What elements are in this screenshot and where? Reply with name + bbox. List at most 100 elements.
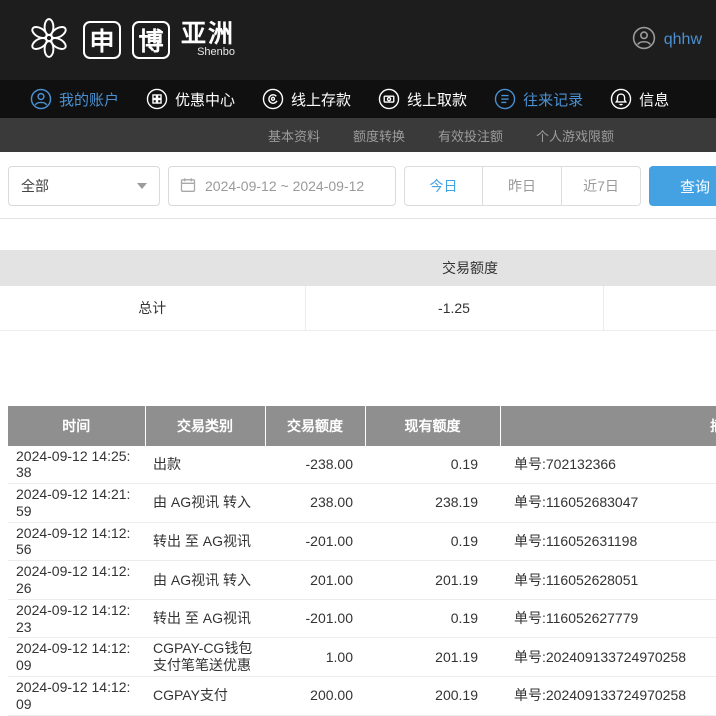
summary-section: 交易额度 总计 -1.25 [0, 250, 716, 331]
col-type: 交易类别 [145, 406, 265, 446]
summary-total-value: -1.25 [305, 286, 603, 330]
flower-logo-icon [26, 15, 72, 66]
brand-subtitle: Shenbo [197, 47, 235, 59]
cell-remark: 单号:116052627779 [500, 599, 716, 638]
cell-remark: 单号:202409133724970258 [500, 638, 716, 677]
cell-amount: -238.00 [265, 446, 365, 484]
col-remark: 摘要 [500, 406, 716, 446]
subnav-item-game-limits[interactable]: 个人游戏限额 [536, 126, 614, 145]
nav-label: 往来记录 [523, 89, 583, 110]
cell-remark: 单号:116052631198 [500, 522, 716, 561]
date-range-input[interactable]: 2024-09-12 ~ 2024-09-12 [168, 166, 396, 206]
quick-btn-yesterday[interactable]: 昨日 [483, 166, 562, 206]
table-row: 2024-09-12 14:21:59 由 AG视讯 转入 238.00 238… [8, 484, 716, 523]
cell-type: 出款 [145, 446, 265, 484]
brand-logo[interactable]: 申 博 亚洲 Shenbo [26, 15, 235, 66]
transactions-header-row: 时间 交易类别 交易额度 现有额度 摘要 [8, 406, 716, 446]
records-icon [494, 88, 516, 110]
summary-header: 交易额度 [0, 250, 716, 286]
nav-item-messages[interactable]: 信息 [610, 88, 669, 110]
subnav-item-credit-transfer[interactable]: 额度转换 [353, 126, 405, 145]
cell-type: CGPAY支付 [145, 677, 265, 716]
type-dropdown-value: 全部 [21, 176, 49, 196]
brand-region: 亚洲 [181, 21, 235, 47]
cell-balance: 200.19 [365, 677, 500, 716]
nav-item-my-account[interactable]: 我的账户 [30, 88, 119, 110]
transactions-section: 时间 交易类别 交易额度 现有额度 摘要 2024-09-12 14:25:38… [8, 406, 716, 716]
deposit-icon [262, 88, 284, 110]
cell-time: 2024-09-12 14:25:38 [8, 446, 145, 484]
cell-remark: 单号:116052683047 [500, 484, 716, 523]
nav-label: 线上取款 [407, 89, 467, 110]
sub-nav: 基本资料 额度转换 有效投注额 个人游戏限额 [0, 118, 716, 152]
nav-label: 我的账户 [59, 89, 119, 110]
cell-amount: 238.00 [265, 484, 365, 523]
nav-label: 线上存款 [291, 89, 351, 110]
type-dropdown[interactable]: 全部 [8, 166, 160, 206]
subnav-item-valid-bets[interactable]: 有效投注额 [438, 126, 503, 145]
cell-balance: 0.19 [365, 599, 500, 638]
username: qhhw [664, 31, 702, 49]
user-avatar-icon [632, 26, 656, 55]
cell-remark: 单号:702132366 [500, 446, 716, 484]
main-nav: 我的账户 优惠中心 线上存款 线上取款 往来记录 信息 [0, 80, 716, 118]
nav-item-promotions[interactable]: 优惠中心 [146, 88, 235, 110]
search-button[interactable]: 查询 [649, 166, 716, 206]
user-account[interactable]: qhhw [632, 26, 702, 55]
transactions-table: 时间 交易类别 交易额度 现有额度 摘要 2024-09-12 14:25:38… [8, 406, 716, 716]
cell-balance: 238.19 [365, 484, 500, 523]
cell-time: 2024-09-12 14:21:59 [8, 484, 145, 523]
quick-date-group: 今日 昨日 近7日 [404, 166, 641, 206]
quick-btn-today[interactable]: 今日 [404, 166, 483, 206]
cell-type: 由 AG视讯 转入 [145, 484, 265, 523]
cell-amount: -201.00 [265, 599, 365, 638]
date-range-value: 2024-09-12 ~ 2024-09-12 [205, 178, 364, 194]
cell-balance: 0.19 [365, 522, 500, 561]
summary-header-row: 交易额度 [0, 250, 716, 286]
cell-amount: 1.00 [265, 638, 365, 677]
cell-time: 2024-09-12 14:12:23 [8, 599, 145, 638]
table-row: 2024-09-12 14:25:38 出款 -238.00 0.19 单号:7… [8, 446, 716, 484]
summary-total-label: 总计 [0, 286, 305, 330]
nav-label: 信息 [639, 89, 669, 110]
summary-table: 交易额度 总计 -1.25 [0, 250, 716, 331]
cell-balance: 201.19 [365, 561, 500, 600]
logo-box-shen: 申 [83, 21, 121, 59]
col-time: 时间 [8, 406, 145, 446]
nav-label: 优惠中心 [175, 89, 235, 110]
withdraw-icon [378, 88, 400, 110]
cell-balance: 0.19 [365, 446, 500, 484]
cell-time: 2024-09-12 14:12:09 [8, 638, 145, 677]
cell-time: 2024-09-12 14:12:56 [8, 522, 145, 561]
top-header: 申 博 亚洲 Shenbo qhhw [0, 0, 716, 80]
cell-amount: 200.00 [265, 677, 365, 716]
cell-type: 转出 至 AG视讯 [145, 522, 265, 561]
chevron-down-icon [137, 183, 147, 189]
table-row: 2024-09-12 14:12:09 CGPAY支付 200.00 200.1… [8, 677, 716, 716]
cell-balance: 201.19 [365, 638, 500, 677]
table-row: 2024-09-12 14:12:09 CGPAY-CG钱包支付笔笔送优惠 1.… [8, 638, 716, 677]
cell-amount: 201.00 [265, 561, 365, 600]
promo-icon [146, 88, 168, 110]
cell-amount: -201.00 [265, 522, 365, 561]
cell-time: 2024-09-12 14:12:09 [8, 677, 145, 716]
table-row: 2024-09-12 14:12:26 由 AG视讯 转入 201.00 201… [8, 561, 716, 600]
cell-type: CGPAY-CG钱包支付笔笔送优惠 [145, 638, 265, 677]
user-icon [30, 88, 52, 110]
table-row: 2024-09-12 14:12:56 转出 至 AG视讯 -201.00 0.… [8, 522, 716, 561]
summary-empty-cell [603, 286, 716, 330]
summary-total-row: 总计 -1.25 [0, 286, 716, 330]
subnav-item-basic-info[interactable]: 基本资料 [268, 126, 320, 145]
cell-type: 转出 至 AG视讯 [145, 599, 265, 638]
cell-remark: 单号:116052628051 [500, 561, 716, 600]
col-balance: 现有额度 [365, 406, 500, 446]
nav-item-transaction-records[interactable]: 往来记录 [494, 88, 583, 110]
nav-item-withdraw[interactable]: 线上取款 [378, 88, 467, 110]
calendar-icon [180, 177, 196, 196]
col-amount: 交易额度 [265, 406, 365, 446]
quick-btn-last7days[interactable]: 近7日 [562, 166, 641, 206]
cell-time: 2024-09-12 14:12:26 [8, 561, 145, 600]
logo-box-bo: 博 [132, 21, 170, 59]
nav-item-deposit[interactable]: 线上存款 [262, 88, 351, 110]
table-row: 2024-09-12 14:12:23 转出 至 AG视讯 -201.00 0.… [8, 599, 716, 638]
